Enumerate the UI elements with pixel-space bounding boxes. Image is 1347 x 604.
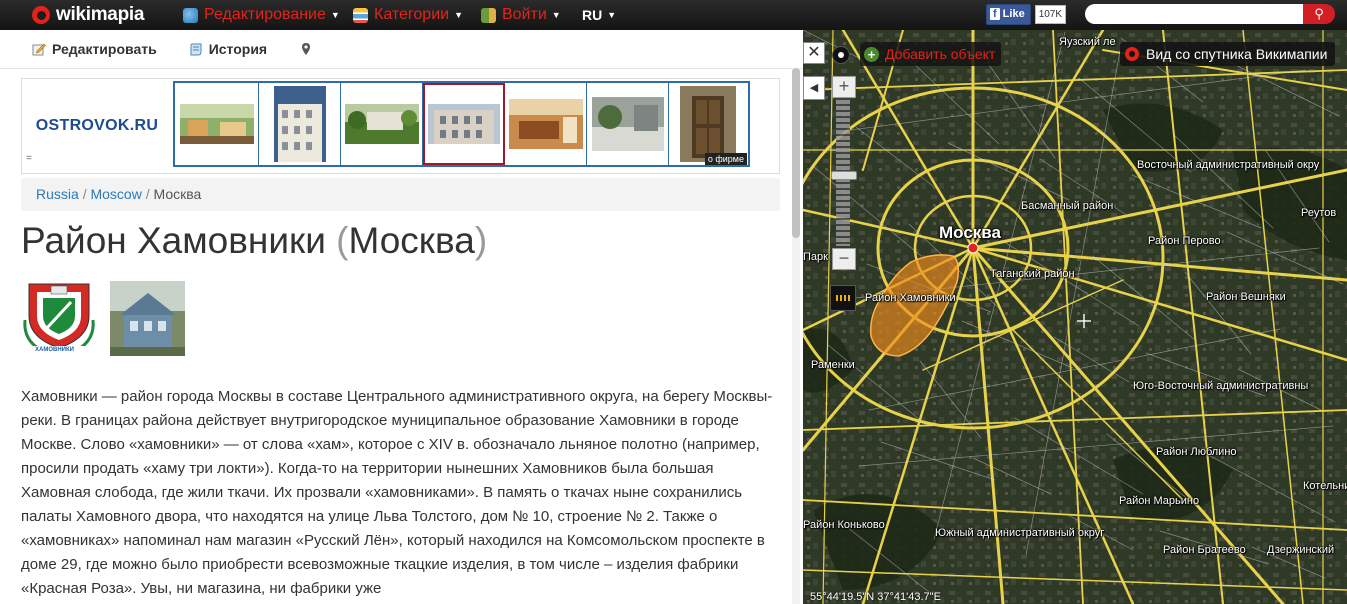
zoom-in-button[interactable]: + [832, 76, 856, 98]
add-object-button[interactable]: + Добавить объект [860, 42, 1002, 66]
close-icon: ✕ [807, 44, 821, 61]
top-navigation-bar: wikimapia Редактирование ▼ Категории ▼ В… [0, 0, 1347, 30]
wikimapia-logo-icon [1125, 47, 1139, 61]
hotel-thumbnail-2[interactable] [259, 83, 341, 165]
menu-editing-label: Редактирование [204, 6, 326, 23]
hotel-photo-lobby [508, 99, 583, 149]
ad-menu-icon[interactable]: = [26, 153, 32, 164]
menu-login-label: Войти [502, 6, 547, 23]
facebook-like-label: Like [1002, 8, 1025, 20]
categories-list-icon [353, 7, 368, 23]
breadcrumb-current: Москва [153, 186, 202, 202]
plus-icon: + [864, 46, 879, 62]
zoom-slider-handle[interactable] [831, 171, 857, 180]
scrollbar-thumb[interactable] [792, 68, 800, 238]
menu-categories[interactable]: Категории ▼ [353, 0, 463, 30]
chevron-down-icon: ▼ [551, 10, 561, 20]
hotel-photo-facade [273, 86, 326, 162]
chevron-down-icon: ▼ [454, 10, 463, 20]
history-button[interactable]: История [189, 41, 267, 57]
hotel-photo-terrace [179, 104, 254, 144]
chevron-left-icon: ◀ [809, 82, 819, 94]
coat-of-arms-image[interactable]: ХАМОВНИКИ [21, 280, 97, 356]
page-title: Район Хамовники (Москва) [21, 220, 487, 262]
breadcrumb-separator: / [145, 186, 150, 202]
history-button-label: История [208, 41, 268, 57]
hotel-photo-courtyard [591, 97, 664, 151]
place-toolbar: Редактировать История [0, 30, 803, 69]
facebook-icon: f [990, 8, 1000, 20]
menu-editing[interactable]: Редактирование ▼ [183, 0, 340, 30]
collapse-panel-button[interactable]: ◀ [803, 76, 825, 100]
moscow-center-marker[interactable] [967, 242, 979, 254]
zoom-control: + − [831, 76, 857, 272]
cursor-coordinates: 55°44'19.5"N 37°41'43.7"E [810, 591, 941, 603]
facebook-like-count: 107K [1034, 5, 1067, 24]
left-panel-scrollbar[interactable] [792, 68, 800, 604]
globe-pencil-icon [183, 7, 198, 23]
close-panel-button[interactable]: ✕ [803, 42, 825, 64]
map-roads-layer [803, 30, 1347, 604]
coat-caption: ХАМОВНИКИ [35, 347, 74, 353]
pencil-icon [32, 42, 46, 56]
hotel-photo-entrance [680, 86, 736, 162]
paren-close: ) [474, 220, 488, 261]
map-pin-icon [299, 42, 313, 56]
ostrovok-logo-link[interactable]: OSTROVOK.RU [22, 79, 172, 173]
hotel-thumbnail-3[interactable] [341, 83, 423, 165]
language-label: RU [582, 7, 603, 23]
search-input[interactable] [1085, 4, 1303, 24]
satellite-map[interactable]: Яузский ле Восточный административный ок… [803, 30, 1347, 604]
satellite-view-button[interactable]: Вид со спутника Викимапии [1120, 42, 1336, 66]
breadcrumb-link-moscow[interactable]: Moscow [90, 186, 141, 202]
hotel-ad-banner: OSTROVOK.RU = о фирме [21, 78, 780, 174]
menu-categories-label: Категории [374, 6, 450, 23]
wikimapia-logo-icon [32, 6, 50, 24]
about-company-link[interactable]: о фирме [704, 153, 747, 165]
hotel-photo-garden [344, 104, 419, 144]
show-on-map-button[interactable] [299, 42, 319, 56]
locate-button[interactable] [832, 46, 850, 64]
hotel-thumbnail-4-selected[interactable] [423, 83, 505, 165]
hotel-thumbnail-1[interactable] [175, 83, 259, 165]
language-selector[interactable]: RU ▼ [582, 0, 616, 30]
hotel-thumbnails: о фирме [173, 81, 750, 167]
edit-button-label: Редактировать [52, 41, 157, 57]
parent-place-link[interactable]: Москва [348, 220, 474, 261]
search-button[interactable]: ⚲ [1303, 4, 1335, 24]
breadcrumb-separator: / [82, 186, 87, 202]
ostrovok-brand-text: OSTROVOK.RU [35, 117, 159, 134]
zoom-out-button[interactable]: − [832, 248, 856, 270]
logo-text: wikimapia [56, 4, 145, 25]
edit-button[interactable]: Редактировать [32, 41, 157, 57]
hotel-photo-building [427, 104, 500, 144]
add-object-label: Добавить объект [885, 46, 996, 62]
breadcrumb: Russia / Moscow / Москва [21, 178, 780, 211]
history-scroll-icon [189, 42, 203, 56]
facebook-like-button[interactable]: f Like [986, 4, 1031, 25]
breadcrumb-link-russia[interactable]: Russia [36, 186, 79, 202]
chevron-down-icon: ▼ [607, 10, 617, 20]
place-name: Район Хамовники [21, 220, 326, 261]
facebook-like-widget[interactable]: f Like 107K [986, 4, 1067, 25]
menu-login[interactable]: Войти ▼ [481, 0, 561, 30]
paren-open: ( [336, 220, 349, 261]
place-info-panel: Редактировать История OSTROVOK.RU = о фи… [0, 30, 803, 604]
hotel-thumbnail-7[interactable]: о фирме [669, 83, 747, 165]
login-door-icon [481, 7, 496, 23]
chevron-down-icon: ▼ [330, 10, 340, 20]
satellite-view-label: Вид со спутника Викимапии [1146, 46, 1328, 62]
hotel-thumbnail-5[interactable] [505, 83, 587, 165]
hotel-thumbnail-6[interactable] [587, 83, 669, 165]
ruler-icon[interactable] [830, 285, 856, 311]
district-photo[interactable] [110, 281, 185, 356]
wikimapia-logo[interactable]: wikimapia [32, 4, 144, 26]
search-icon: ⚲ [1314, 6, 1324, 21]
place-description: Хамовники — район города Москвы в состав… [21, 388, 773, 597]
